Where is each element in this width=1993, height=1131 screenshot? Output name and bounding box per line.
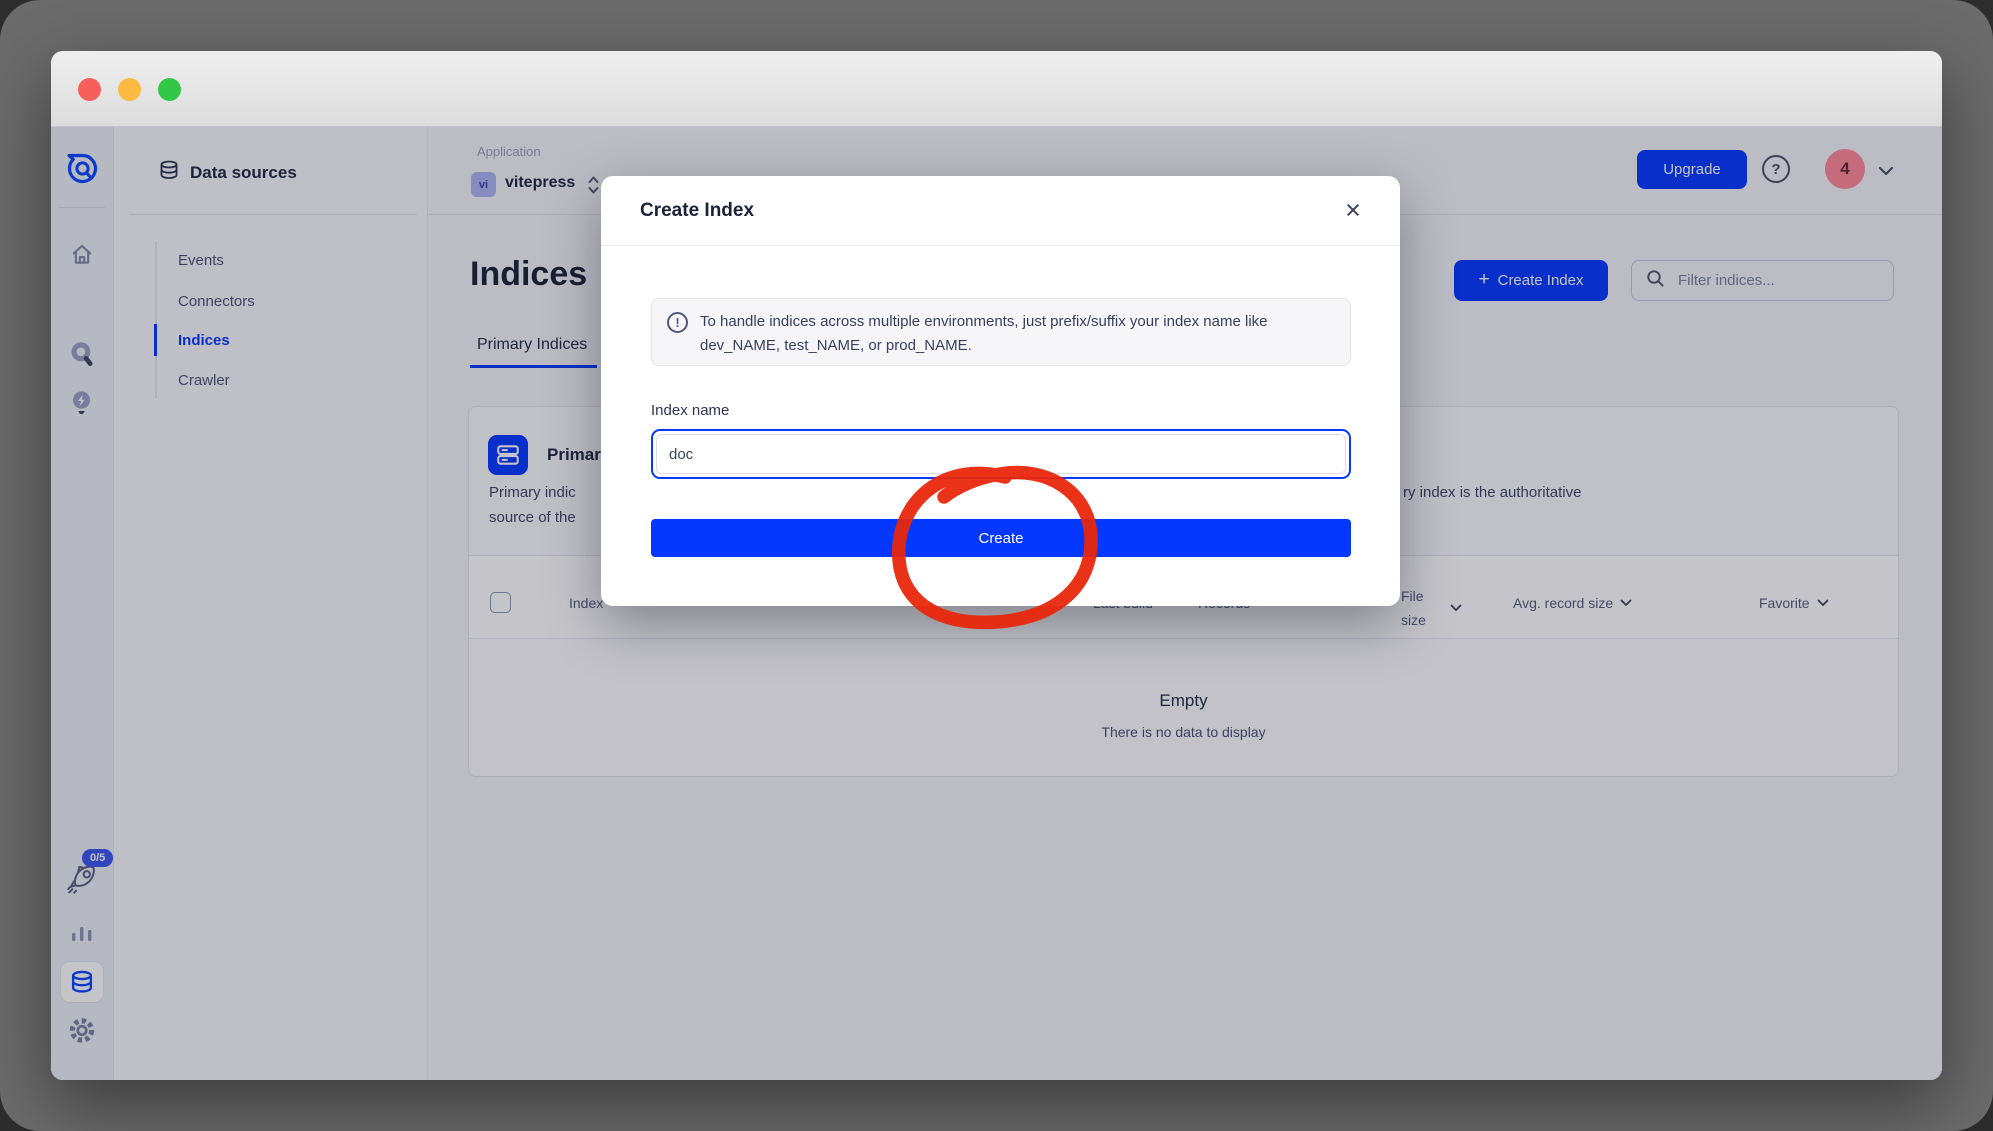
screenshot-canvas: 0/5 — [0, 0, 1993, 1131]
close-window-button[interactable] — [78, 78, 101, 101]
info-callout: ! To handle indices across multiple envi… — [651, 298, 1351, 366]
modal-title: Create Index — [640, 200, 754, 222]
titlebar — [51, 51, 1942, 127]
create-index-modal: Create Index × ! To handle indices acros… — [601, 176, 1400, 606]
app-area: 0/5 — [51, 127, 1942, 1080]
create-button[interactable]: Create — [651, 519, 1351, 557]
index-name-field-focus-ring — [651, 429, 1351, 479]
close-icon[interactable]: × — [1336, 191, 1370, 229]
info-text: To handle indices across multiple enviro… — [700, 310, 1330, 358]
zoom-window-button[interactable] — [158, 78, 181, 101]
index-name-input[interactable] — [657, 445, 1345, 464]
info-icon: ! — [667, 312, 688, 333]
modal-header: Create Index × — [601, 176, 1400, 246]
index-name-label: Index name — [651, 402, 729, 419]
minimize-window-button[interactable] — [118, 78, 141, 101]
app-window: 0/5 — [51, 51, 1942, 1080]
